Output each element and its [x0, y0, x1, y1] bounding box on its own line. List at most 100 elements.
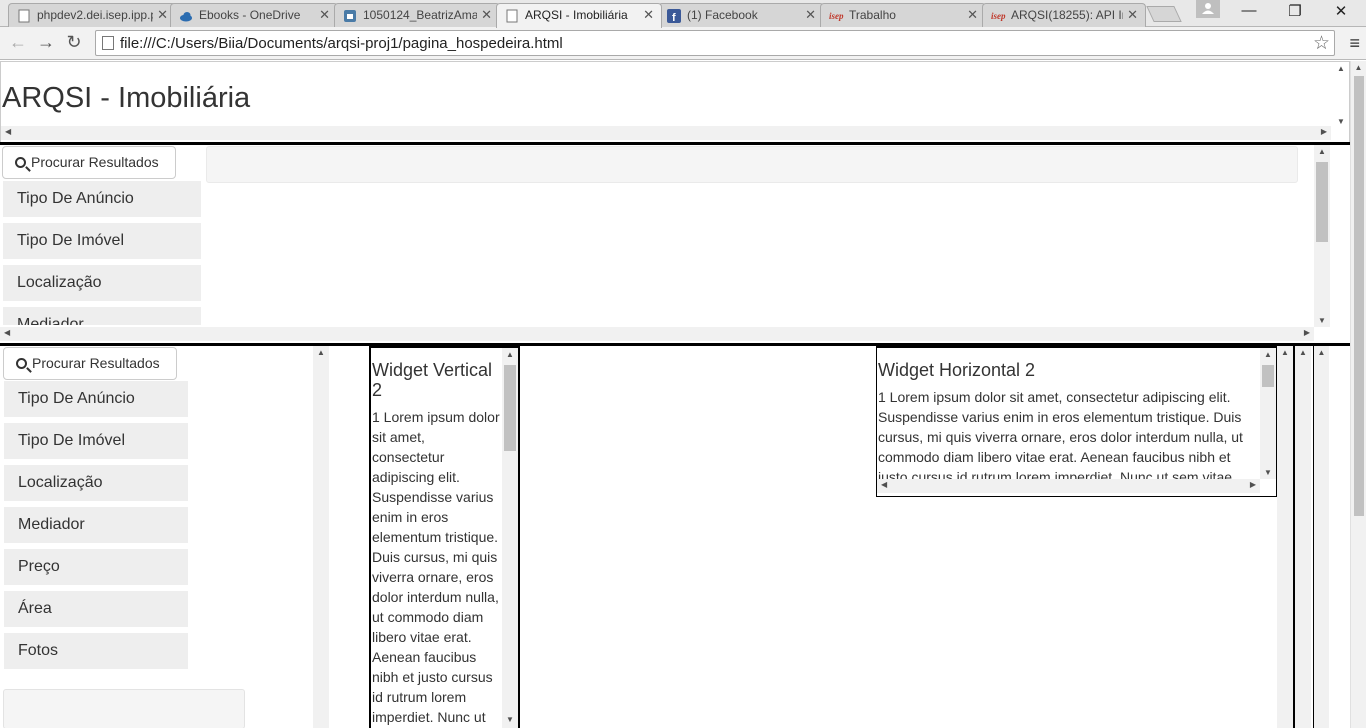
address-bar[interactable]: file:///C:/Users/Biia/Documents/arqsi-pr… [95, 30, 1335, 56]
profile-icon[interactable] [1196, 0, 1220, 18]
scroll-down-icon[interactable]: ▼ [502, 715, 518, 724]
right-vertical-scrollbar[interactable]: ▲ [1295, 346, 1311, 728]
widgets-vertical-scrollbar[interactable]: ▲ [1277, 346, 1293, 728]
filter-fotos[interactable]: Fotos [4, 633, 188, 669]
scroll-up-icon[interactable]: ▲ [1314, 147, 1330, 156]
forward-icon[interactable]: → [34, 32, 58, 53]
scroll-thumb[interactable] [1354, 76, 1364, 516]
restore-icon[interactable]: ❐ [1272, 2, 1318, 20]
scroll-right-icon[interactable]: ▶ [1250, 480, 1256, 489]
filter-preco[interactable]: Preço [4, 549, 188, 585]
scroll-up-icon[interactable]: ▲ [313, 348, 329, 357]
filter-tipo-imovel[interactable]: Tipo De Imóvel [3, 223, 201, 259]
scroll-thumb[interactable] [504, 365, 516, 451]
text-line: adipiscing elit. [372, 469, 460, 485]
outer-vertical-scrollbar[interactable]: ▲ [1313, 346, 1329, 728]
close-icon[interactable]: ✕ [805, 7, 816, 23]
scroll-up-icon[interactable]: ▲ [502, 350, 518, 359]
filter-tipo-imovel[interactable]: Tipo De Imóvel [4, 423, 188, 459]
tab-phpdev2[interactable]: phpdev2.dei.isep.ipp.pt ✕ [8, 3, 176, 27]
close-window-icon[interactable]: ✕ [1318, 2, 1364, 20]
minimize-icon[interactable]: — [1226, 2, 1272, 19]
tab-arqsi-api[interactable]: isep ARQSI(18255): API Im ✕ [982, 3, 1146, 27]
close-icon[interactable]: ✕ [319, 7, 330, 23]
widget-horizontal-horizontal-scrollbar[interactable]: ◀ ▶ [877, 479, 1260, 493]
search-vertical-scrollbar[interactable]: ▲ ▼ [1314, 145, 1330, 327]
tab-title: (1) Facebook [687, 8, 758, 22]
page-vertical-scrollbar[interactable]: ▲ [1350, 61, 1366, 728]
scroll-up-icon[interactable]: ▲ [1295, 348, 1311, 357]
scroll-left-icon[interactable]: ◀ [881, 480, 887, 489]
facebook-icon: f [667, 9, 681, 24]
tab-onedrive[interactable]: Ebooks - OneDrive ✕ [170, 3, 338, 27]
scroll-down-icon[interactable]: ▼ [1314, 316, 1330, 325]
scroll-down-icon[interactable]: ▼ [1260, 468, 1276, 477]
text-line: Duis cursus, mi quis [372, 549, 498, 565]
filter-mediador[interactable]: Mediador [4, 507, 188, 543]
widget-vertical: Widget Vertical 2 1 Lorem ipsum dolor sit… [369, 346, 520, 728]
search-button-label: Procurar Resultados [31, 154, 159, 170]
scroll-right-icon[interactable]: ▶ [1321, 127, 1327, 136]
widget-vertical-scrollbar[interactable]: ▲ ▼ [502, 348, 518, 728]
widget-vertical-title: Widget Vertical 2 [372, 360, 493, 400]
menu-icon[interactable]: ≡ [1349, 33, 1360, 54]
widget-vertical-text: 1 Lorem ipsum dolor sit amet, consectetur a… [372, 407, 507, 727]
search-results-button[interactable]: Procurar Resultados [3, 347, 177, 380]
new-tab-button[interactable] [1146, 6, 1182, 22]
page-viewport: ARQSI - Imobiliária ▲ ▼ ◀ ▶ Procurar Res… [0, 61, 1350, 728]
onedrive-icon [179, 9, 193, 23]
reload-icon[interactable]: ↻ [62, 32, 86, 53]
filter-localizacao[interactable]: Localização [4, 465, 188, 501]
filter-tipo-anuncio[interactable]: Tipo De Anúncio [4, 381, 188, 417]
close-icon[interactable]: ✕ [1127, 7, 1138, 23]
text-line: justo cursus id rutrum lorem imperdiet. … [878, 469, 1233, 479]
bottom-frame: Procurar Resultados Tipo De Anúncio Tipo… [0, 346, 1330, 728]
close-icon[interactable]: ✕ [643, 7, 654, 23]
scroll-thumb[interactable] [1262, 365, 1274, 387]
back-icon[interactable]: ← [6, 32, 30, 53]
widget-horizontal-vertical-scrollbar[interactable]: ▲ ▼ [1260, 348, 1276, 479]
filter-tipo-anuncio[interactable]: Tipo De Anúncio [3, 181, 201, 217]
search-horizontal-scrollbar[interactable]: ◀ ▶ [0, 327, 1314, 341]
scroll-up-icon[interactable]: ▲ [1260, 350, 1276, 359]
tab-moodle[interactable]: 1050124_BeatrizAmaral ✕ [334, 3, 500, 27]
page-title: ARQSI - Imobiliária [2, 82, 251, 114]
tab-arqsi-imobiliaria[interactable]: ARQSI - Imobiliária ✕ [496, 3, 662, 28]
close-icon[interactable]: ✕ [967, 7, 978, 23]
filter-localizacao[interactable]: Localização [3, 265, 201, 301]
text-line: id rutrum lorem [372, 689, 467, 705]
scroll-left-icon[interactable]: ◀ [4, 328, 10, 337]
tab-title: ARQSI(18255): API Im [1011, 8, 1123, 22]
page-icon [17, 9, 31, 23]
close-icon[interactable]: ✕ [481, 7, 492, 23]
text-line: enim in eros [372, 509, 449, 525]
text-line: 1 Lorem ipsum dolor sit amet, consectetu… [878, 389, 1231, 405]
filter-mediador[interactable]: Mediador [3, 307, 201, 325]
scroll-left-icon[interactable]: ◀ [5, 127, 11, 136]
tab-title: 1050124_BeatrizAmaral [363, 8, 477, 22]
scroll-down-icon[interactable]: ▼ [1333, 117, 1349, 126]
tab-title: Trabalho [849, 8, 896, 22]
scroll-thumb[interactable] [1316, 162, 1328, 242]
close-icon[interactable]: ✕ [157, 7, 168, 23]
isep-icon: isep [829, 9, 849, 23]
text-line: viverra ornare, eros [372, 569, 494, 585]
header-vertical-scrollbar[interactable]: ▲ ▼ [1333, 62, 1349, 128]
text-line: Suspendisse varius [372, 489, 494, 505]
side-vertical-scrollbar[interactable]: ▲ [313, 346, 329, 728]
filter-area[interactable]: Área [4, 591, 188, 627]
search-results-button[interactable]: Procurar Resultados [2, 146, 176, 179]
tab-facebook[interactable]: f (1) Facebook ✕ [658, 3, 824, 27]
scroll-right-icon[interactable]: ▶ [1304, 328, 1310, 337]
scroll-up-icon[interactable]: ▲ [1277, 348, 1293, 357]
top-search-frame: Procurar Resultados Tipo De Anúncio Tipo… [0, 145, 1330, 343]
text-line: libero vitae erat. [372, 629, 472, 645]
bookmark-star-icon[interactable]: ☆ [1313, 32, 1330, 55]
header-horizontal-scrollbar[interactable]: ◀ ▶ [1, 126, 1331, 140]
tab-trabalho[interactable]: isep Trabalho ✕ [820, 3, 986, 27]
scroll-up-icon[interactable]: ▲ [1351, 63, 1366, 72]
scroll-up-icon[interactable]: ▲ [1314, 348, 1329, 357]
scroll-up-icon[interactable]: ▲ [1333, 64, 1349, 73]
url-text[interactable]: file:///C:/Users/Biia/Documents/arqsi-pr… [120, 35, 563, 52]
svg-text:f: f [672, 12, 676, 23]
